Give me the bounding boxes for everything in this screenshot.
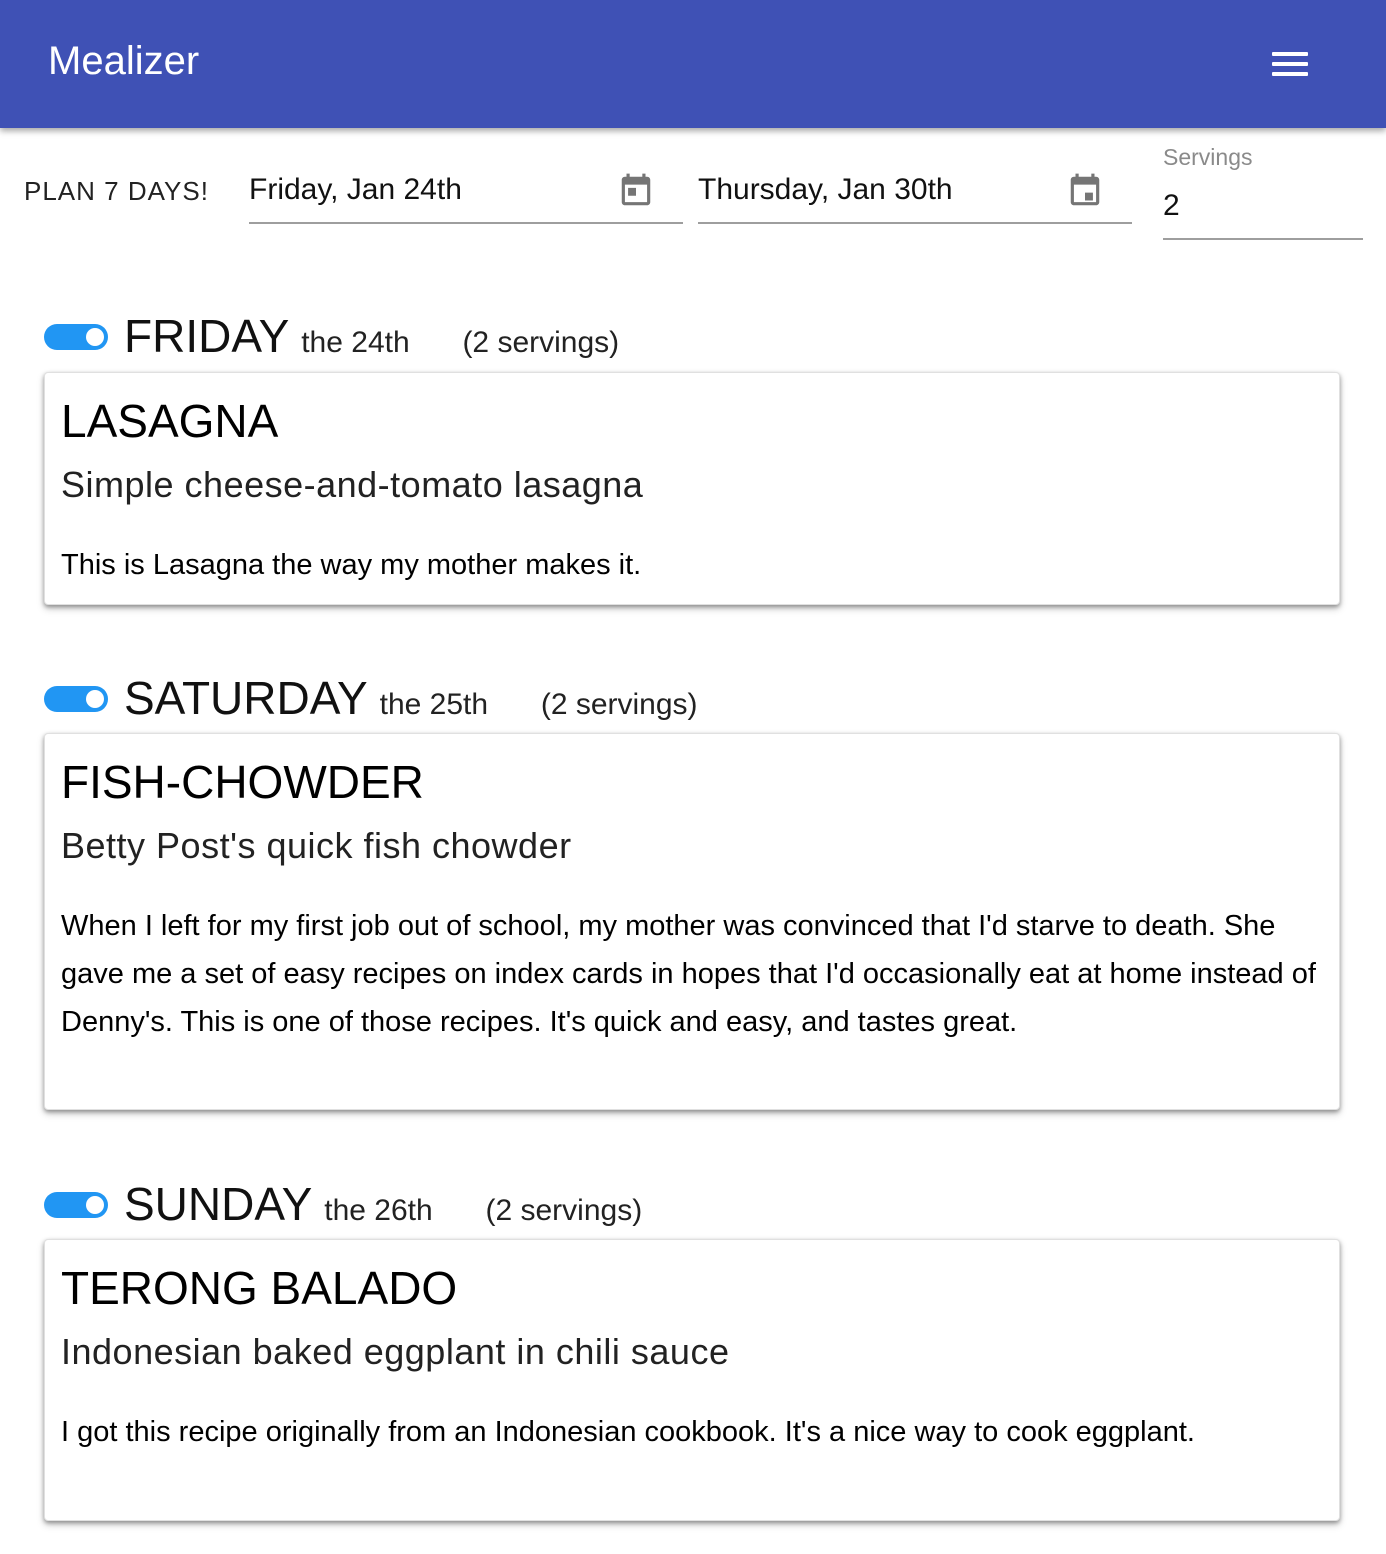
recipe-title: FISH-CHOWDER bbox=[61, 756, 424, 808]
calendar-icon[interactable] bbox=[1066, 170, 1104, 212]
app-bar: Mealizer bbox=[0, 0, 1386, 128]
day-toggle[interactable] bbox=[44, 686, 108, 712]
end-date-field[interactable]: Thursday, Jan 30th bbox=[698, 160, 1132, 224]
day-name: FRIDAY bbox=[124, 310, 289, 362]
start-date-field[interactable]: Friday, Jan 24th bbox=[249, 160, 683, 224]
day-servings: (2 servings) bbox=[485, 1194, 643, 1227]
calendar-icon[interactable] bbox=[617, 170, 655, 212]
recipe-title: LASAGNA bbox=[61, 395, 279, 447]
servings-input[interactable]: 2 bbox=[1163, 188, 1180, 224]
hamburger-menu-icon bbox=[1272, 52, 1308, 56]
recipe-description: I got this recipe originally from an Ind… bbox=[61, 1416, 1195, 1448]
day-servings: (2 servings) bbox=[462, 326, 620, 359]
day-name: SUNDAY bbox=[124, 1178, 312, 1230]
recipe-subtitle: Betty Post's quick fish chowder bbox=[61, 825, 572, 866]
day-toggle[interactable] bbox=[44, 1192, 108, 1218]
day-servings: (2 servings) bbox=[540, 688, 698, 721]
day-date: the 24th bbox=[301, 326, 410, 359]
recipe-description: This is Lasagna the way my mother makes … bbox=[61, 549, 642, 581]
day-name: SATURDAY bbox=[124, 672, 367, 724]
day-date: the 26th bbox=[324, 1194, 433, 1227]
recipe-description: When I left for my first job out of scho… bbox=[61, 910, 1316, 1038]
recipe-card[interactable]: TERONG BALADO Indonesian baked eggplant … bbox=[44, 1239, 1340, 1521]
end-date-value: Thursday, Jan 30th bbox=[698, 173, 953, 206]
servings-field[interactable]: Servings 2 bbox=[1163, 140, 1363, 240]
recipe-card[interactable]: FISH-CHOWDER Betty Post's quick fish cho… bbox=[44, 733, 1340, 1110]
plan-days-button[interactable]: PLAN 7 DAYS! bbox=[14, 170, 219, 212]
menu-button[interactable] bbox=[1266, 46, 1314, 82]
servings-label: Servings bbox=[1163, 144, 1253, 170]
start-date-value: Friday, Jan 24th bbox=[249, 173, 462, 206]
day-toggle[interactable] bbox=[44, 324, 108, 350]
recipe-subtitle: Simple cheese-and-tomato lasagna bbox=[61, 464, 644, 505]
app-title: Mealizer bbox=[48, 39, 200, 83]
recipe-subtitle: Indonesian baked eggplant in chili sauce bbox=[61, 1331, 730, 1372]
recipe-card[interactable]: LASAGNA Simple cheese-and-tomato lasagna… bbox=[44, 372, 1340, 605]
day-date: the 25th bbox=[379, 688, 489, 721]
recipe-title: TERONG BALADO bbox=[61, 1262, 458, 1314]
